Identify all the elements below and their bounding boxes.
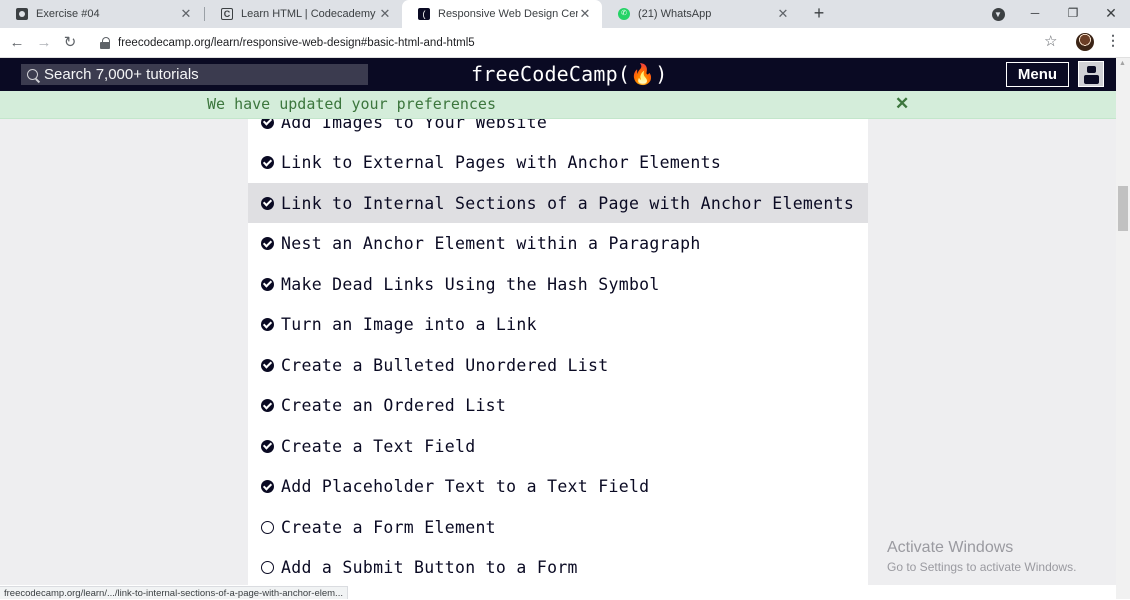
reload-icon: ↻ [63,34,77,51]
freecodecamp-icon: ( [418,8,430,20]
check-circle-icon [261,277,274,291]
whatsapp-icon: ✆ [618,8,630,20]
arrow-left-icon: ← [9,34,25,51]
empty-circle-icon [261,561,274,574]
fcc-logo[interactable]: freeCodeCamp(🔥) [471,62,667,86]
lesson-item[interactable]: Add a Submit Button to a Form [248,548,868,586]
browser-tab-strip: Exercise #04 ✕ C Learn HTML | Codecademy… [0,0,1130,28]
main-content: Add Images to Your Website Link to Extern… [0,119,1116,585]
link-status-bubble: freecodecamp.org/learn/.../link-to-inter… [0,586,348,599]
tab-whatsapp[interactable]: ✆ (21) WhatsApp ✕ [602,0,800,28]
lesson-item[interactable]: Add Images to Your Website [248,119,868,142]
document-icon [16,8,28,20]
new-tab-button[interactable]: + [808,3,830,25]
check-circle-icon [261,156,274,169]
close-window-button[interactable]: ✕ [1092,0,1130,28]
check-circle-icon [261,399,274,412]
check-circle-icon [261,196,274,210]
close-icon: ✕ [1105,5,1117,21]
codecademy-icon: C [221,8,233,20]
lesson-item[interactable]: Create an Ordered List [248,386,868,426]
empty-circle-icon [261,520,274,534]
check-circle-icon [261,480,274,493]
restore-button[interactable]: ❐ [1054,0,1092,28]
lesson-list-panel: Add Images to Your Website Link to Extern… [248,119,868,585]
page-scrollbar[interactable] [1116,58,1130,599]
lesson-title[interactable]: Create a Bulleted Unordered List [281,356,608,375]
lesson-item[interactable]: Link to Internal Sections of a Page with… [248,183,868,223]
lesson-item[interactable]: Create a Bulleted Unordered List [248,345,868,385]
lesson-item[interactable]: Turn an Image into a Link [248,305,868,345]
lesson-item[interactable]: Make Dead Links Using the Hash Symbol [248,264,868,304]
user-avatar-button[interactable] [1078,61,1104,87]
lesson-title[interactable]: Add Placeholder Text to a Text Field [281,477,649,496]
check-circle-icon [261,237,274,250]
lesson-item[interactable]: Link to External Pages with Anchor Eleme… [248,143,868,183]
search-placeholder: Search 7,000+ tutorials [44,66,199,83]
restore-icon: ❐ [1067,6,1079,20]
bookmark-star-icon[interactable]: ☆ [1044,32,1057,50]
flash-text: We have updated your preferences [207,95,496,113]
search-input[interactable]: Search 7,000+ tutorials [21,64,368,85]
lesson-item[interactable]: Create a Text Field [248,426,868,466]
scroll-up-icon[interactable]: ▲ [1119,60,1126,67]
watermark-title: Activate Windows [887,539,1014,556]
lesson-title[interactable]: Add Images to Your Website [281,119,547,132]
tab-codecademy[interactable]: C Learn HTML | Codecademy ✕ [205,0,402,28]
tab-title: Responsive Web Design Certificat [438,8,578,20]
tab-search-button[interactable]: ▼ [979,0,1017,28]
minimize-button[interactable]: ─ [1016,0,1054,28]
search-icon [27,69,38,80]
check-circle-icon [261,318,274,331]
lesson-item[interactable]: Nest an Anchor Element within a Paragrap… [248,224,868,264]
close-tab-icon[interactable]: ✕ [179,6,193,22]
lesson-title[interactable]: Make Dead Links Using the Hash Symbol [281,275,660,294]
reload-button[interactable]: ↻ [60,33,80,53]
lesson-title[interactable]: Create a Form Element [281,518,496,537]
close-tab-icon[interactable]: ✕ [578,6,592,22]
lesson-title[interactable]: Turn an Image into a Link [281,315,537,334]
url-text: freecodecamp.org/learn/responsive-web-de… [118,37,475,49]
profile-avatar[interactable] [1076,33,1094,51]
lock-icon [100,37,110,49]
back-button[interactable]: ← [7,33,27,53]
watermark-subtitle: Go to Settings to activate Windows. [887,560,1077,574]
browser-toolbar: ← → ↻ freecodecamp.org/learn/responsive-… [0,28,1130,58]
check-circle-icon [261,119,274,129]
tab-title: Exercise #04 [36,8,100,20]
browser-menu-icon[interactable]: ⋮ [1106,32,1120,49]
check-circle-icon [261,439,274,453]
lesson-item[interactable]: Add Placeholder Text to a Text Field [248,467,868,507]
minimize-icon: ─ [1030,6,1040,20]
user-icon-body [1084,75,1099,84]
address-bar[interactable]: freecodecamp.org/learn/responsive-web-de… [92,31,1068,55]
tab-title: (21) WhatsApp [638,8,712,20]
windows-activation-watermark: Activate Windows Go to Settings to activ… [887,539,1076,574]
tab-exercise-04[interactable]: Exercise #04 ✕ [0,0,203,28]
close-tab-icon[interactable]: ✕ [378,6,392,22]
scrollbar-thumb[interactable] [1118,186,1128,231]
menu-button[interactable]: Menu [1006,62,1069,87]
close-tab-icon[interactable]: ✕ [776,6,790,22]
lesson-title[interactable]: Link to Internal Sections of a Page with… [281,194,854,213]
tab-freecodecamp[interactable]: ( Responsive Web Design Certificat ✕ [402,0,602,28]
close-icon[interactable]: ✕ [895,94,909,114]
flash-message: We have updated your preferences ✕ [0,91,1116,119]
lesson-title[interactable]: Create an Ordered List [281,396,506,415]
lesson-title[interactable]: Nest an Anchor Element within a Paragrap… [281,234,701,253]
forward-button[interactable]: → [34,33,54,53]
check-circle-icon [261,358,274,372]
lesson-title[interactable]: Add a Submit Button to a Form [281,558,578,577]
lesson-item[interactable]: Create a Form Element [248,507,868,547]
lesson-title[interactable]: Create a Text Field [281,437,475,456]
user-icon-head [1087,66,1096,73]
lesson-title[interactable]: Link to External Pages with Anchor Eleme… [281,153,721,172]
tab-title: Learn HTML | Codecademy [241,8,376,20]
arrow-right-icon: → [36,34,52,51]
fcc-navbar: Search 7,000+ tutorials freeCodeCamp(🔥) … [0,58,1116,91]
chevron-down-icon: ▼ [991,8,1005,21]
